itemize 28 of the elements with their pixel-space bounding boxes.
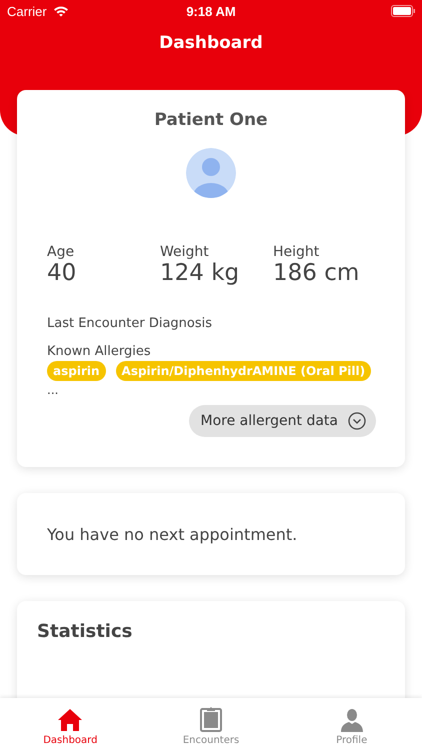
- chevron-down-icon: [348, 412, 366, 430]
- carrier-label: Carrier: [7, 4, 47, 18]
- house-icon: [57, 708, 84, 732]
- stat-label: Age: [47, 244, 76, 260]
- person-icon: [340, 708, 364, 732]
- stat-label: Height: [273, 244, 320, 260]
- stat-value: 124 kg: [160, 260, 240, 286]
- more-allergies-button[interactable]: More allergent data: [188, 405, 376, 437]
- page-title: Dashboard: [158, 33, 264, 53]
- more-marker: ...: [47, 383, 60, 397]
- clipboard-icon: [200, 706, 222, 732]
- patient-name: Patient One: [153, 110, 269, 130]
- diagnosis-label: Last Encounter Diagnosis: [47, 316, 214, 331]
- allergy-tag: Aspirin/DiphenhydrAMINE (Oral Pill): [116, 361, 372, 381]
- stat-label: Weight: [160, 244, 210, 260]
- tab-item[interactable]: Profile: [281, 698, 422, 750]
- avatar-icon: [186, 148, 236, 198]
- wifi-icon: [52, 5, 69, 17]
- stat-value: 186 cm: [273, 260, 360, 286]
- tab-item[interactable]: Dashboard: [0, 698, 141, 750]
- tab-item[interactable]: Encounters: [140, 698, 282, 750]
- clock: 9:18 AM: [186, 4, 236, 18]
- statistics-title: Statistics: [37, 621, 134, 642]
- allergies-label: Known Allergies: [47, 344, 152, 359]
- stat-value: 40: [47, 260, 78, 286]
- appointment-message: You have no next appointment.: [47, 524, 298, 544]
- battery-icon: [391, 5, 415, 17]
- allergy-tag: aspirin: [47, 361, 106, 381]
